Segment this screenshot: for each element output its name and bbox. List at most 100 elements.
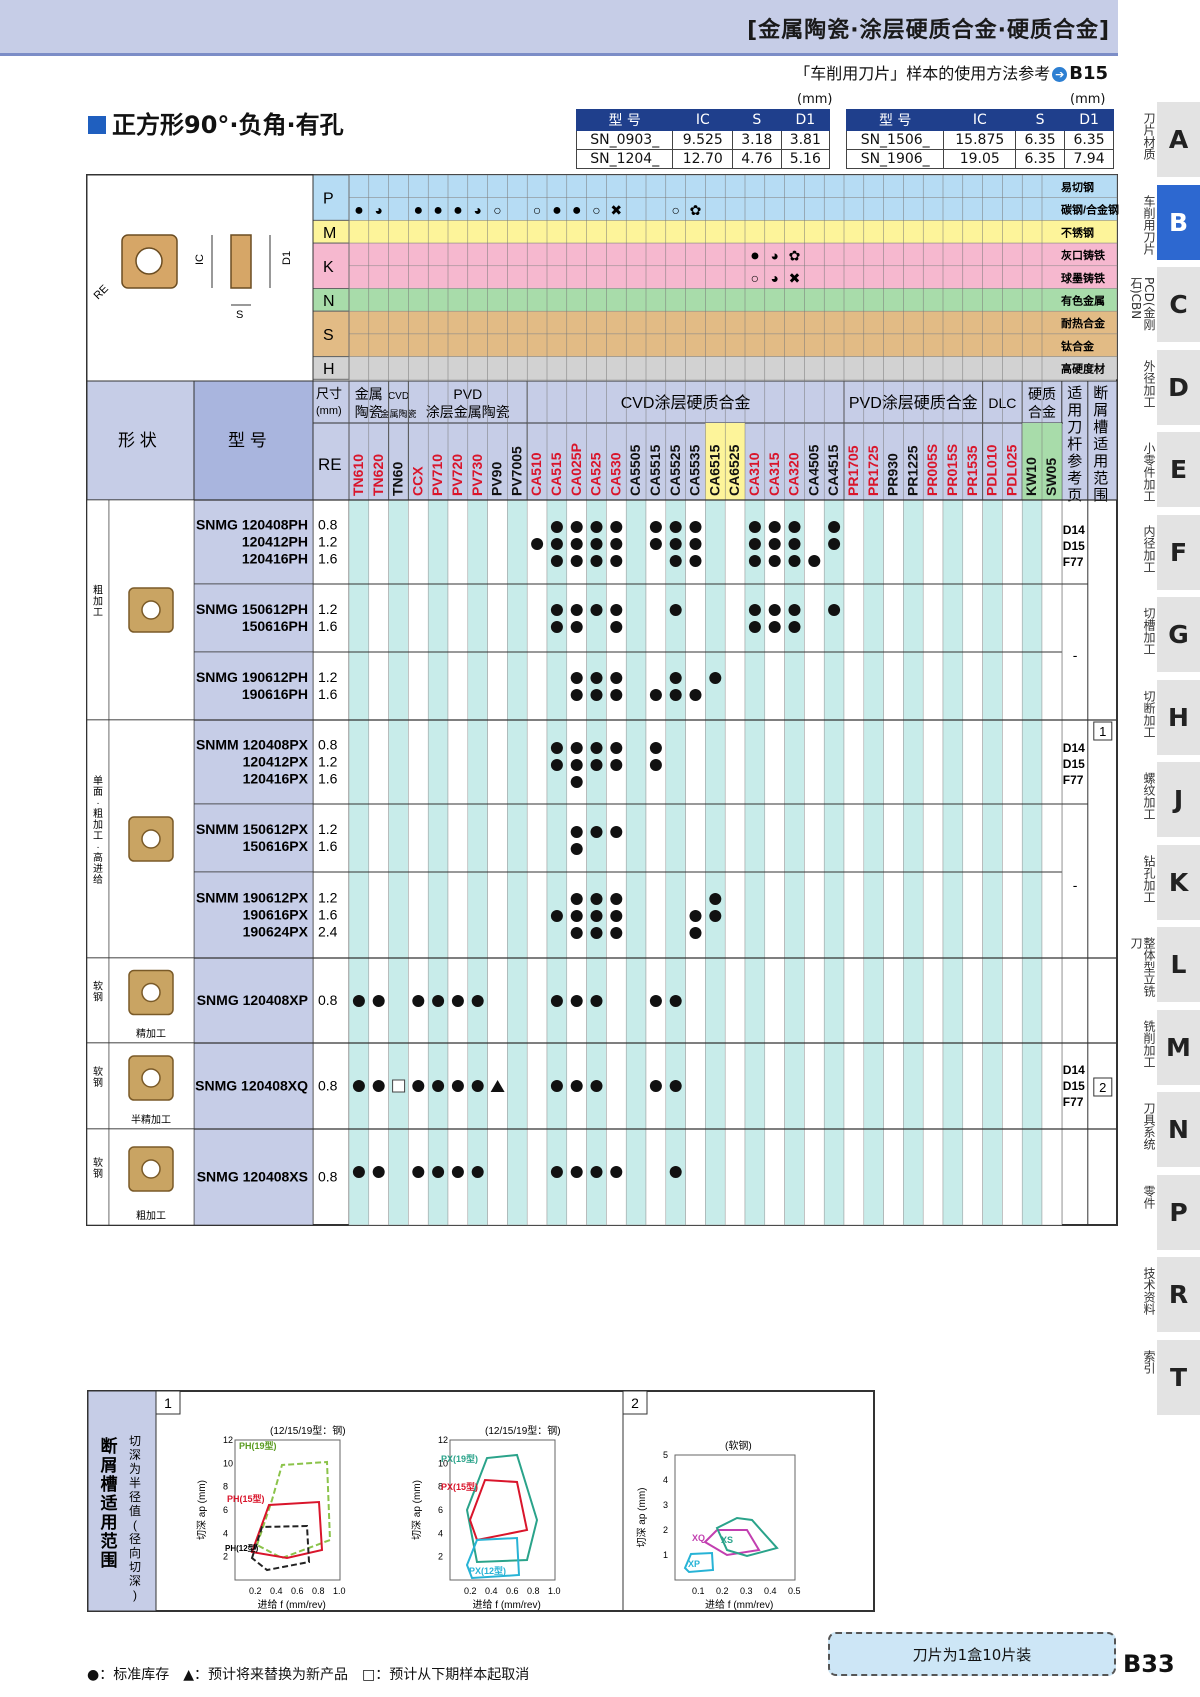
tab-label: 铣削加工 <box>1142 1019 1156 1068</box>
stock-dot <box>590 910 603 922</box>
x-tick: 0.4 <box>485 1586 498 1596</box>
stock-dot <box>788 555 801 567</box>
tab-b[interactable]: B <box>1157 184 1200 263</box>
grade-column <box>625 499 647 1226</box>
stock-dot <box>570 910 583 922</box>
stock-dot <box>610 538 623 550</box>
tab-g[interactable]: G <box>1157 597 1200 675</box>
box-2-label: 2 <box>631 1395 639 1411</box>
tab-e[interactable]: E <box>1157 432 1200 510</box>
panel-title: 槽 <box>101 1474 118 1494</box>
grade-name: CA530 <box>607 452 623 496</box>
x-axis-label: 进给 f (mm/rev) <box>258 1598 326 1611</box>
size-header: 尺寸 <box>316 386 342 401</box>
tab-h[interactable]: H <box>1157 679 1200 758</box>
grade-name: PR1705 <box>845 445 861 496</box>
tab-f[interactable]: F <box>1157 514 1200 593</box>
side-label: 粗 <box>93 808 103 820</box>
suitability-mark: ◕ <box>473 202 481 218</box>
tab-n[interactable]: N <box>1157 1092 1200 1170</box>
tab-k[interactable]: K <box>1157 844 1200 923</box>
re-value: 1.6 <box>318 686 338 702</box>
stock-dot <box>669 604 682 616</box>
tab-label: PCD(金刚石)CBN <box>1129 277 1156 331</box>
stock-dot <box>590 826 603 838</box>
stock-dot <box>768 621 781 633</box>
panel-label-bg <box>87 1390 157 1612</box>
breaker-header: 适 <box>1093 436 1108 453</box>
series-label: PH(19型) <box>239 1440 277 1451</box>
stock-dot <box>412 1166 425 1178</box>
series-label: PX(12型) <box>469 1565 506 1576</box>
stock-dot <box>590 555 603 567</box>
side-label: 软 <box>93 980 103 993</box>
re-value: 1.6 <box>318 907 338 923</box>
grade-column <box>982 499 1003 1226</box>
grade-column <box>1021 499 1043 1226</box>
side-label: 软 <box>93 1156 103 1169</box>
stock-dot <box>570 521 583 533</box>
insert-sub-label: 半精加工 <box>131 1113 171 1126</box>
suitability-mark: ◕ <box>770 270 778 286</box>
tab-t[interactable]: T <box>1157 1339 1200 1418</box>
stock-dot <box>590 927 603 939</box>
breaker-ref: 2 <box>1099 1080 1106 1095</box>
tab-r[interactable]: R <box>1157 1257 1200 1335</box>
side-label: 工 <box>93 831 103 842</box>
holder-dash: - <box>1073 647 1078 663</box>
group-label: CVD <box>388 391 409 402</box>
stock-dot <box>649 995 662 1007</box>
tab-j[interactable]: J <box>1157 762 1200 840</box>
holder-ref: D14 <box>1063 1063 1085 1077</box>
suitability-mark: ✖ <box>789 270 801 286</box>
stock-dot <box>550 995 563 1007</box>
y-tick: 6 <box>223 1505 228 1515</box>
series-label: XS <box>721 1535 733 1545</box>
stock-dot <box>610 521 623 533</box>
stock-dot <box>788 604 801 616</box>
re-header: RE <box>318 455 342 474</box>
suitability-mark: ● <box>750 247 760 264</box>
grade-name: CA5515 <box>647 444 663 496</box>
stock-dot <box>570 995 583 1007</box>
material-band-row <box>312 220 1118 244</box>
stock-dot <box>610 910 623 922</box>
grade-name: CA510 <box>528 452 544 496</box>
grade-name: CA310 <box>746 452 762 496</box>
stock-dot <box>550 742 563 754</box>
stock-dot <box>689 521 702 533</box>
stock-dot <box>570 1166 583 1178</box>
material-label: 碳钢/合金钢 <box>1061 203 1119 217</box>
stock-dot <box>828 521 841 533</box>
material-band-row <box>312 242 1118 267</box>
stock-dot <box>590 1166 603 1178</box>
grade-name: TN610 <box>350 454 366 496</box>
holder-ref: D14 <box>1063 741 1085 755</box>
tab-d[interactable]: D <box>1157 349 1200 428</box>
y-tick: 2 <box>663 1525 668 1535</box>
stock-dot <box>451 995 464 1007</box>
box-note: 刀片为1盒10片装 <box>828 1632 1116 1676</box>
grade-column <box>705 499 726 1226</box>
tab-c[interactable]: C <box>1157 267 1200 345</box>
tab-l[interactable]: L <box>1157 927 1200 1005</box>
stock-dot <box>570 776 583 788</box>
tab-a[interactable]: A <box>1157 102 1200 180</box>
tab-label: 整体型立铣刀 <box>1129 937 1156 997</box>
grade-name: CA5505 <box>627 444 643 496</box>
stock-dot <box>808 555 821 567</box>
insert-photo-hole <box>141 1159 161 1179</box>
grade-column <box>942 499 964 1226</box>
tab-label: 钻孔加工 <box>1142 854 1156 903</box>
stock-dot <box>709 893 722 905</box>
tab-p[interactable]: P <box>1157 1174 1200 1253</box>
breaker-header: 槽 <box>1093 419 1108 436</box>
re-value: 1.2 <box>318 601 338 617</box>
stock-dot <box>649 759 662 771</box>
chipbreaker-range-panel: 断屑槽适用范围切深为半径值(径向切深)1 2121086420.2 0.4 0.6 0.… <box>87 1390 875 1612</box>
stock-dot <box>432 995 445 1007</box>
tab-m[interactable]: M <box>1157 1009 1200 1088</box>
stock-dot <box>610 826 623 838</box>
y-tick: 12 <box>438 1435 448 1445</box>
insert-photo-hole <box>141 600 161 620</box>
